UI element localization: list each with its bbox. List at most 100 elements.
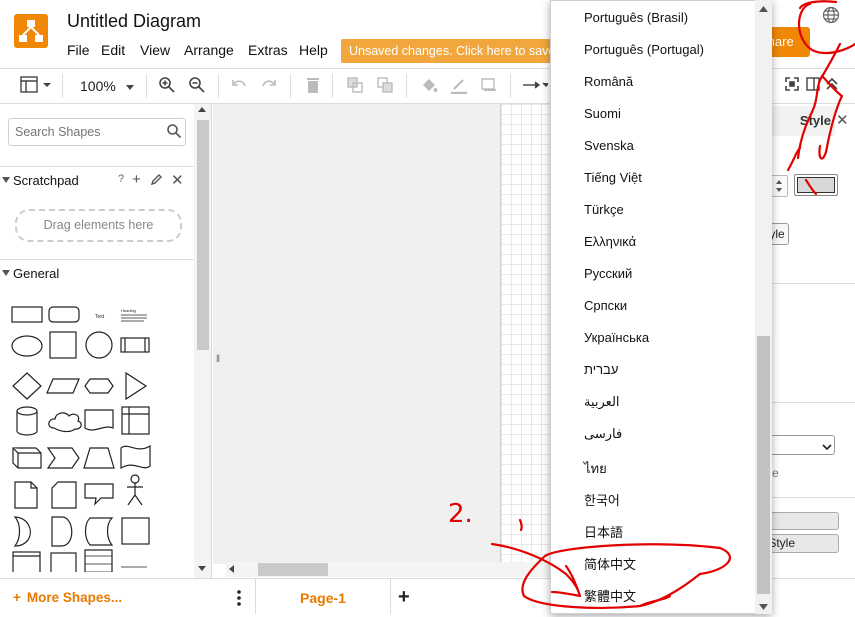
search-icon[interactable] xyxy=(166,123,182,139)
language-item-uk[interactable]: Українська xyxy=(584,330,649,345)
menu-extras[interactable]: Extras xyxy=(248,42,288,58)
scroll-up-icon[interactable] xyxy=(758,2,769,12)
language-item-ja[interactable]: 日本語 xyxy=(584,522,623,541)
shape-list[interactable] xyxy=(12,551,41,572)
undo-icon[interactable] xyxy=(230,76,248,96)
zoom-level[interactable]: 100% xyxy=(80,78,134,94)
close-icon[interactable]: ✕ xyxy=(836,111,849,129)
scroll-up-icon[interactable] xyxy=(198,107,206,112)
language-item-th[interactable]: ไทย xyxy=(584,458,607,479)
language-item-zh-cn[interactable]: 简体中文 xyxy=(584,554,636,573)
shape-swimlane[interactable] xyxy=(50,552,77,572)
shape-tape[interactable] xyxy=(120,444,151,470)
scratchpad-close-icon[interactable]: ✕ xyxy=(171,171,184,189)
copy-style-button[interactable]: Copy Style xyxy=(770,534,839,553)
shape-internal-storage[interactable] xyxy=(121,406,150,435)
language-menu-scrollbar-thumb[interactable] xyxy=(757,336,770,594)
scratchpad-edit-icon[interactable] xyxy=(150,173,163,189)
language-item-vi[interactable]: Tiếng Việt xyxy=(584,170,642,185)
shape-or[interactable] xyxy=(13,516,31,547)
search-shapes-input[interactable] xyxy=(8,118,186,146)
language-item-sv[interactable]: Svenska xyxy=(584,138,634,153)
shape-rounded-rectangle[interactable] xyxy=(48,306,80,323)
shape-parallelogram[interactable] xyxy=(46,378,80,394)
shape-triangle[interactable] xyxy=(125,371,148,401)
shape-trapezoid[interactable] xyxy=(83,447,115,469)
language-item-ko[interactable]: 한국어 xyxy=(584,490,620,509)
page-tab[interactable]: Page-1 xyxy=(255,579,391,614)
redo-icon[interactable] xyxy=(260,76,278,96)
panel-action-button[interactable] xyxy=(770,512,839,530)
connection-arrow-icon[interactable] xyxy=(522,76,548,96)
menu-arrange[interactable]: Arrange xyxy=(184,42,234,58)
scroll-down-icon[interactable] xyxy=(198,566,206,571)
unsaved-changes-banner[interactable]: Unsaved changes. Click here to save. xyxy=(341,39,561,63)
scroll-left-icon[interactable] xyxy=(229,565,234,573)
zoom-in-icon[interactable] xyxy=(158,76,176,96)
menu-help[interactable]: Help xyxy=(299,42,328,58)
language-item-el[interactable]: Ελληνικά xyxy=(584,234,636,249)
language-item-pt-pt[interactable]: Português (Portugal) xyxy=(584,42,704,57)
to-front-icon[interactable] xyxy=(346,76,364,96)
shape-cylinder[interactable] xyxy=(16,406,38,436)
panel-toggle-icon[interactable] xyxy=(806,76,820,96)
shape-note[interactable] xyxy=(14,481,38,509)
language-item-pt-br[interactable]: Português (Brasil) xyxy=(584,10,688,25)
sidebar-resize-handle[interactable]: ‖ xyxy=(216,354,220,365)
scroll-down-icon[interactable] xyxy=(758,600,769,610)
language-item-tr[interactable]: Türkçe xyxy=(584,202,624,217)
line-color-icon[interactable] xyxy=(450,76,468,96)
language-item-he[interactable]: עברית xyxy=(584,362,618,377)
language-item-fa[interactable]: فارسی xyxy=(584,426,622,442)
scratchpad-add-icon[interactable]: + xyxy=(132,171,141,188)
shape-step[interactable] xyxy=(46,447,80,469)
language-item-fi[interactable]: Suomi xyxy=(584,106,621,121)
shape-heading[interactable]: Heading xyxy=(121,308,147,322)
menu-file[interactable]: File xyxy=(67,42,90,58)
format-panel-toggle-icon[interactable] xyxy=(20,76,54,96)
shape-table[interactable] xyxy=(84,549,113,572)
shape-container[interactable] xyxy=(121,517,150,545)
fullscreen-icon[interactable] xyxy=(784,76,800,96)
shape-circle[interactable] xyxy=(85,331,113,359)
shape-rectangle[interactable] xyxy=(11,306,43,323)
shape-data-storage[interactable] xyxy=(51,516,73,547)
menu-edit[interactable]: Edit xyxy=(101,42,125,58)
language-item-ar[interactable]: العربية xyxy=(584,394,620,410)
page-menu-icon[interactable] xyxy=(232,588,246,608)
language-item-sr[interactable]: Српски xyxy=(584,298,627,313)
language-globe-icon[interactable] xyxy=(822,6,840,24)
scratchpad-help-icon[interactable]: ? xyxy=(118,173,124,185)
opacity-stepper[interactable] xyxy=(770,175,788,197)
shape-ellipse[interactable] xyxy=(11,335,43,357)
shape-square[interactable] xyxy=(49,331,77,359)
shape-text-label[interactable]: Text xyxy=(95,314,105,320)
language-item-zh-tw[interactable]: 繁體中文 xyxy=(584,586,636,605)
shape-stored-data[interactable] xyxy=(84,517,114,546)
fill-color-icon[interactable] xyxy=(420,76,438,96)
shape-cube[interactable] xyxy=(12,447,42,469)
edit-style-button[interactable]: Edit Style xyxy=(770,223,789,245)
shape-callout[interactable] xyxy=(84,483,114,506)
diagram-page-grid[interactable] xyxy=(500,104,555,564)
shape-actor[interactable] xyxy=(127,474,143,506)
add-page-icon[interactable]: + xyxy=(398,586,410,609)
scratchpad-dropzone[interactable]: Drag elements here xyxy=(15,209,182,242)
shape-document[interactable] xyxy=(84,409,114,431)
language-item-ru[interactable]: Русский xyxy=(584,266,632,281)
general-header[interactable]: General xyxy=(0,259,194,287)
sidebar-scrollbar-thumb[interactable] xyxy=(197,120,209,350)
scratchpad-header[interactable]: Scratchpad ? + ✕ xyxy=(0,166,194,194)
shadow-icon[interactable] xyxy=(480,76,498,96)
canvas-scrollbar-thumb[interactable] xyxy=(258,563,328,576)
shape-process[interactable] xyxy=(120,337,150,353)
style-tab[interactable]: Style xyxy=(771,106,835,136)
zoom-out-icon[interactable] xyxy=(188,76,206,96)
delete-icon[interactable] xyxy=(304,76,322,96)
menu-view[interactable]: View xyxy=(140,42,170,58)
language-item-ro[interactable]: Română xyxy=(584,74,633,89)
fill-color-swatch[interactable] xyxy=(794,174,838,196)
to-back-icon[interactable] xyxy=(376,76,394,96)
shape-card[interactable] xyxy=(51,481,77,509)
collapse-icon[interactable] xyxy=(824,76,840,96)
